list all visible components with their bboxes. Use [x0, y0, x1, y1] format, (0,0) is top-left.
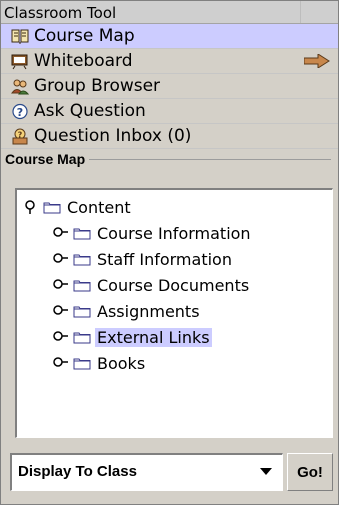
folder-icon — [73, 332, 91, 344]
tree-node-label: Staff Information — [97, 250, 232, 269]
menu-item-label: Ask Question — [34, 101, 146, 121]
expand-toggle-icon[interactable] — [53, 278, 69, 290]
menu-item-whiteboard[interactable]: Whiteboard — [1, 49, 338, 74]
chevron-down-icon[interactable] — [260, 468, 272, 475]
tree-node-content[interactable]: Content — [23, 196, 323, 218]
arrow-right-icon — [304, 54, 330, 68]
section-title: Course Map — [5, 151, 90, 167]
menu-item-label: Whiteboard — [34, 51, 133, 71]
menu-item-label: Question Inbox (0) — [34, 126, 192, 146]
tree-node-books[interactable]: Books — [53, 352, 323, 374]
group-icon — [11, 79, 29, 95]
tree-node-label: Course Information — [97, 224, 251, 243]
display-select[interactable]: Display To Class — [10, 453, 283, 491]
whiteboard-icon — [11, 54, 28, 70]
book-icon — [11, 29, 29, 44]
menu-item-question-inbox[interactable]: ? Question Inbox (0) — [1, 124, 338, 149]
expand-toggle-icon[interactable] — [53, 356, 69, 368]
menu-item-ask-question[interactable]: ? Ask Question — [1, 99, 338, 124]
expand-toggle-icon[interactable] — [53, 304, 69, 316]
expand-toggle-icon[interactable] — [53, 330, 69, 342]
course-map-tree[interactable]: Content Course Information Staff Informa… — [15, 188, 333, 438]
window-title: Classroom Tool — [4, 4, 117, 22]
expand-toggle-icon[interactable] — [53, 252, 69, 264]
tool-menu: Course Map Whiteboard Group Browser ? As… — [1, 24, 338, 149]
tree-node-external-links[interactable]: External Links — [53, 326, 323, 348]
tree-node-label: Books — [97, 354, 146, 373]
folder-icon — [73, 228, 91, 240]
tree-node-course-information[interactable]: Course Information — [53, 222, 323, 244]
folder-icon — [73, 254, 91, 266]
display-select-value: Display To Class — [18, 463, 137, 480]
collapse-toggle-icon[interactable] — [23, 200, 37, 214]
svg-text:?: ? — [17, 106, 23, 119]
tree-node-label: Content — [67, 198, 131, 217]
tree-node-label: External Links — [95, 328, 212, 347]
tree-node-label: Course Documents — [97, 276, 250, 295]
folder-icon — [43, 202, 61, 214]
expand-toggle-icon[interactable] — [53, 226, 69, 238]
menu-item-label: Course Map — [34, 26, 135, 46]
tool-header: Classroom Tool — [1, 1, 338, 24]
question-icon: ? — [12, 103, 28, 120]
folder-icon — [73, 280, 91, 292]
tree-node-label: Assignments — [97, 302, 200, 321]
folder-icon — [73, 306, 91, 318]
folder-icon — [73, 358, 91, 370]
menu-item-group-browser[interactable]: Group Browser — [1, 74, 338, 99]
tree-node-staff-information[interactable]: Staff Information — [53, 248, 323, 270]
tree-node-course-documents[interactable]: Course Documents — [53, 274, 323, 296]
course-map-panel: Course Map Content Course Information St… — [5, 151, 334, 499]
tree-node-assignments[interactable]: Assignments — [53, 300, 323, 322]
header-divider — [300, 1, 301, 23]
menu-item-course-map[interactable]: Course Map — [1, 24, 338, 49]
go-button[interactable]: Go! — [287, 453, 333, 491]
inbox-icon: ? — [12, 128, 28, 145]
menu-item-label: Group Browser — [34, 76, 161, 96]
classroom-tool-window: Classroom Tool Course Map Whiteboard Gro… — [0, 0, 339, 505]
